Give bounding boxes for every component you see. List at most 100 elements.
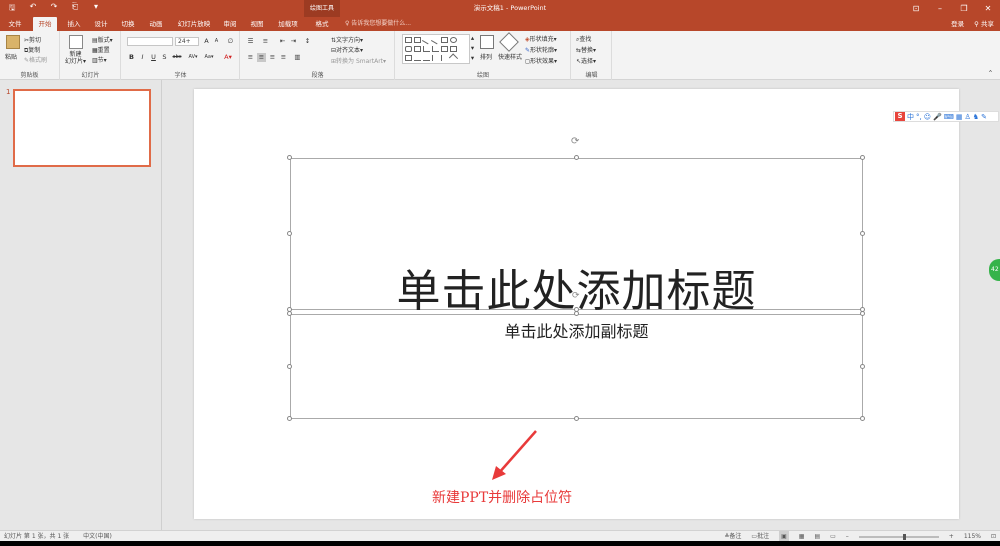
resize-handle[interactable]	[574, 311, 579, 316]
underline-button[interactable]: U	[149, 53, 158, 62]
side-floating-badge[interactable]: 42	[989, 259, 1000, 281]
resize-handle[interactable]	[287, 155, 292, 160]
ime-mode-label[interactable]: 中	[907, 112, 914, 122]
arrow-shape-icon[interactable]	[430, 35, 441, 45]
rotate-handle-icon[interactable]: ⟳	[571, 136, 579, 147]
tab-slideshow[interactable]: 幻灯片放映	[175, 17, 213, 31]
justify-icon[interactable]: ≡	[279, 53, 288, 62]
star-shape-icon[interactable]	[448, 53, 459, 63]
text-direction-button[interactable]: ⇅文字方向▾	[331, 35, 363, 44]
font-size-select[interactable]: 24+	[175, 37, 199, 46]
cut-button[interactable]: ✂剪切	[24, 35, 41, 44]
pentagon-shape-icon[interactable]	[405, 55, 412, 61]
user-icon[interactable]: ♙	[965, 113, 971, 121]
reset-button[interactable]: ▦重置	[92, 45, 110, 54]
numbering-icon[interactable]: ≡	[261, 37, 270, 46]
shapes-gallery[interactable]	[402, 34, 470, 64]
keyboard-icon[interactable]: ⌨	[944, 113, 954, 121]
subtitle-placeholder-text[interactable]: 单击此处添加副标题	[291, 318, 862, 342]
restore-icon[interactable]: ❐	[952, 0, 976, 17]
slide-thumbnail[interactable]	[13, 89, 151, 167]
tab-view[interactable]: 视图	[246, 17, 268, 31]
shapes-more-icon[interactable]: ▾	[468, 54, 477, 63]
shapes-scroll-down-icon[interactable]: ▾	[468, 44, 477, 53]
tab-format[interactable]: 格式	[310, 17, 334, 31]
curve-shape-icon[interactable]	[414, 55, 421, 61]
rect2-shape-icon[interactable]	[441, 37, 448, 43]
font-name-select[interactable]	[127, 37, 173, 46]
arc-shape-icon[interactable]	[423, 55, 430, 61]
find-button[interactable]: ⌕查找	[576, 34, 591, 44]
resize-handle[interactable]	[574, 155, 579, 160]
shape-effects-button[interactable]: ◻形状效果▾	[525, 56, 557, 65]
subtitle-placeholder[interactable]: 单击此处添加副标题	[290, 314, 863, 419]
resize-handle[interactable]	[287, 416, 292, 421]
tab-design[interactable]: 设计	[90, 17, 112, 31]
char-spacing-button[interactable]: AV▾	[186, 53, 200, 62]
smartart-button[interactable]: ⊞转换为 SmartArt▾	[331, 56, 386, 65]
signin-link[interactable]: 登录	[951, 17, 964, 31]
oval-shape-icon[interactable]	[450, 37, 457, 43]
collapse-ribbon-icon[interactable]: ⌃	[986, 69, 995, 78]
arrange-icon[interactable]	[480, 35, 494, 49]
italic-button[interactable]: I	[138, 53, 147, 62]
customize-qat-icon[interactable]: ▾	[90, 2, 102, 16]
bracket-shape-icon[interactable]	[441, 55, 448, 61]
quick-styles-icon[interactable]	[499, 32, 519, 52]
arrow-right-shape-icon[interactable]	[441, 46, 448, 52]
tell-me-search[interactable]: ♀ 告诉我您想要做什么...	[345, 17, 411, 31]
save-icon[interactable]: 🖫	[6, 2, 18, 16]
wrench-icon[interactable]: ✎	[981, 113, 987, 121]
shrink-font-icon[interactable]: A	[212, 37, 221, 46]
rect-shape-icon[interactable]	[405, 37, 412, 43]
section-button[interactable]: ▥节▾	[92, 55, 107, 64]
font-color-button[interactable]: A▾	[222, 53, 234, 62]
format-painter-button[interactable]: ✎格式刷	[24, 55, 47, 64]
shape-outline-button[interactable]: ✎形状轮廓▾	[525, 45, 557, 54]
tab-transitions[interactable]: 切换	[117, 17, 139, 31]
share-button[interactable]: ⚲ 共享	[974, 17, 994, 31]
resize-handle[interactable]	[287, 364, 292, 369]
tab-insert[interactable]: 插入	[63, 17, 85, 31]
mic-icon[interactable]: 🎤	[933, 113, 942, 121]
redo-icon[interactable]: ↷	[48, 2, 60, 16]
line-spacing-icon[interactable]: ↕	[303, 37, 312, 46]
align-center-icon[interactable]: ≡	[257, 53, 266, 62]
shadow-button[interactable]: S	[160, 53, 169, 62]
minimize-icon[interactable]: –	[928, 0, 952, 17]
copy-button[interactable]: ⧉复制	[24, 45, 40, 55]
quick-styles-button[interactable]: 快速样式	[498, 52, 522, 61]
tab-addins[interactable]: 加载项	[274, 17, 302, 31]
elbow-shape-icon[interactable]	[423, 46, 430, 52]
ime-toolbar[interactable]: S 中 °, ☺ 🎤 ⌨ ▦ ♙ ♞ ✎	[893, 111, 999, 122]
toolbox-icon[interactable]: ▦	[956, 113, 963, 121]
elbow-arrow-shape-icon[interactable]	[432, 46, 439, 52]
triangle-shape-icon[interactable]	[414, 46, 421, 52]
grow-font-icon[interactable]: A	[202, 37, 211, 46]
change-case-button[interactable]: Aa▾	[202, 53, 216, 62]
paste-icon[interactable]	[6, 35, 20, 49]
align-right-icon[interactable]: ≡	[268, 53, 277, 62]
new-slide-icon[interactable]	[69, 35, 83, 49]
title-placeholder[interactable]: 单击此处添加标题	[290, 158, 863, 317]
undo-icon[interactable]: ↶	[27, 2, 39, 16]
replace-button[interactable]: ⇆替换▾	[576, 45, 596, 54]
ribbon-display-options-icon[interactable]: ⊡	[904, 0, 928, 17]
resize-handle[interactable]	[860, 416, 865, 421]
resize-handle[interactable]	[860, 311, 865, 316]
zoom-slider[interactable]	[858, 533, 939, 541]
textbox-shape-icon[interactable]	[414, 37, 421, 43]
strikethrough-button[interactable]: abc	[171, 53, 183, 62]
resize-handle[interactable]	[287, 311, 292, 316]
resize-handle[interactable]	[860, 155, 865, 160]
line-shape-icon[interactable]	[421, 35, 432, 45]
resize-handle[interactable]	[860, 364, 865, 369]
shape-fill-button[interactable]: ◈形状填充▾	[525, 34, 557, 43]
arrow-down-shape-icon[interactable]	[450, 46, 457, 52]
clear-format-icon[interactable]: ∅	[226, 37, 235, 46]
columns-icon[interactable]: ▥	[293, 53, 302, 62]
ime-punct-label[interactable]: °,	[916, 113, 922, 121]
emoji-icon[interactable]: ☺	[924, 113, 931, 121]
resize-handle[interactable]	[574, 416, 579, 421]
select-button[interactable]: ↖选择▾	[576, 56, 596, 65]
